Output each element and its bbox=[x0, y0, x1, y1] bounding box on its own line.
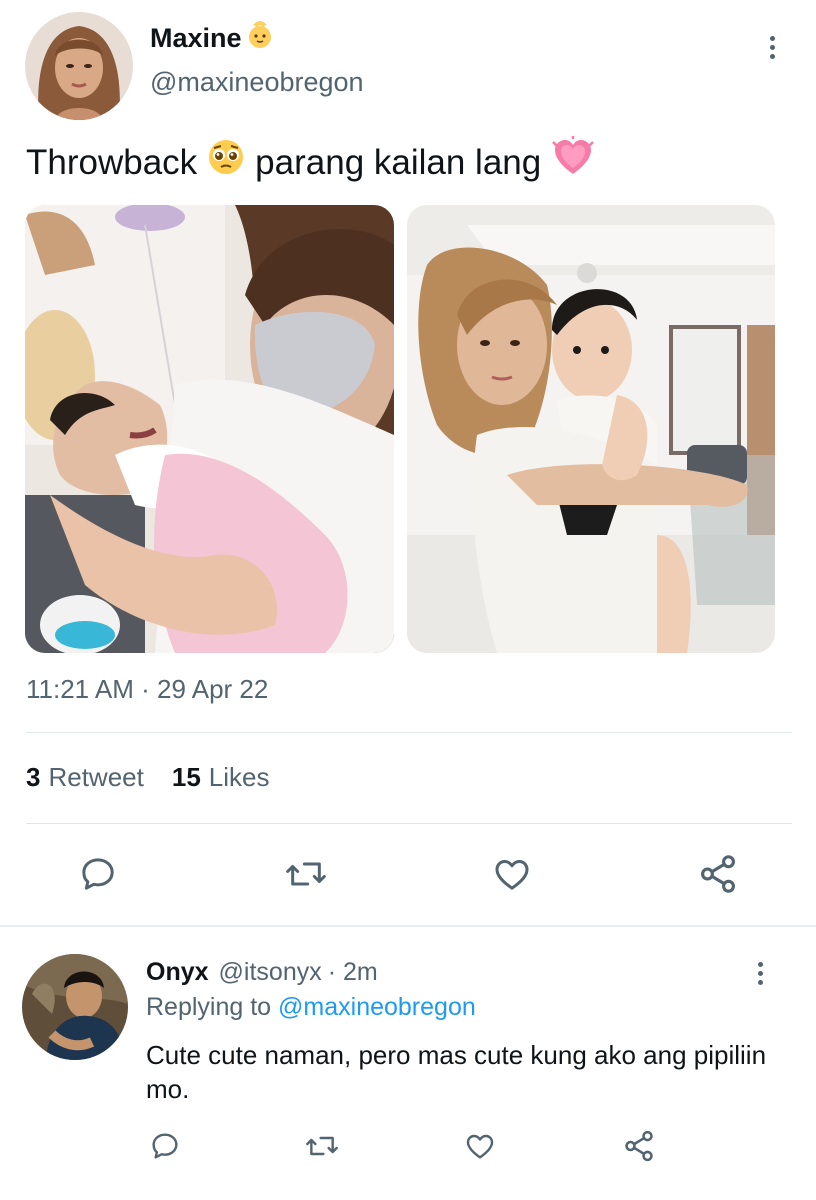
tweet-text-part1: Throwback bbox=[26, 142, 198, 182]
reply-more-options-icon[interactable] bbox=[753, 962, 767, 985]
growing-heart-emoji-icon bbox=[551, 136, 595, 189]
baby-emoji-icon bbox=[246, 20, 274, 57]
retweet-icon bbox=[286, 862, 326, 886]
replying-to: Replying to @maxineobregon bbox=[146, 993, 476, 1022]
likes-count: 15 bbox=[171, 762, 201, 792]
like-icon bbox=[466, 1134, 494, 1159]
photo-woman-holding-newborn[interactable] bbox=[25, 205, 394, 653]
replying-to-link[interactable]: @maxineobregon bbox=[278, 993, 476, 1021]
author-avatar[interactable] bbox=[25, 12, 133, 120]
retweets-stat[interactable]: 3 Retweet bbox=[26, 762, 144, 793]
tweet-stats: 3 Retweet 15 Likes bbox=[26, 762, 269, 793]
more-options-icon[interactable] bbox=[765, 36, 779, 59]
share-icon bbox=[625, 1130, 653, 1162]
share-button[interactable] bbox=[696, 852, 740, 896]
author-name[interactable]: Maxine bbox=[150, 23, 242, 54]
divider bbox=[26, 823, 792, 824]
reply-reply-button[interactable] bbox=[147, 1128, 183, 1164]
like-icon bbox=[495, 860, 529, 890]
retweet-button[interactable] bbox=[284, 852, 328, 896]
divider bbox=[26, 732, 792, 733]
author-handle[interactable]: @maxineobregon bbox=[150, 67, 364, 98]
retweets-label: Retweet bbox=[48, 762, 144, 792]
tweet-text-part2: parang kailan lang bbox=[255, 142, 542, 182]
like-button[interactable] bbox=[490, 852, 534, 896]
author-name-row: Maxine bbox=[150, 20, 274, 57]
reply-text: Cute cute naman, pero mas cute kung ako … bbox=[146, 1040, 767, 1104]
section-separator bbox=[0, 925, 816, 927]
reply-share-button[interactable] bbox=[621, 1128, 657, 1164]
reply-author-avatar[interactable] bbox=[22, 954, 128, 1060]
share-icon bbox=[701, 855, 735, 893]
reply-retweet-button[interactable] bbox=[302, 1128, 342, 1164]
reply-time: · 2m bbox=[327, 958, 378, 986]
likes-label: Likes bbox=[208, 762, 270, 792]
replying-prefix: Replying to bbox=[146, 993, 272, 1021]
photo-woman-holding-baby[interactable] bbox=[407, 205, 775, 653]
tweet-text: Throwback parang kailan lang bbox=[26, 136, 605, 189]
reply-like-button[interactable] bbox=[462, 1128, 498, 1164]
retweets-count: 3 bbox=[26, 762, 41, 792]
pleading-face-emoji-icon bbox=[207, 138, 245, 187]
reply-icon bbox=[82, 858, 114, 890]
reply-header: Onyx @itsonyx · 2m bbox=[146, 958, 378, 987]
reply-author-name[interactable]: Onyx bbox=[146, 958, 209, 987]
reply-icon bbox=[152, 1133, 178, 1159]
retweet-icon bbox=[306, 1136, 338, 1156]
reply-button[interactable] bbox=[76, 852, 120, 896]
tweet-timestamp[interactable]: 11:21 AM · 29 Apr 22 bbox=[26, 674, 268, 705]
likes-stat[interactable]: 15 Likes bbox=[172, 762, 270, 793]
reply-author-handle[interactable]: @itsonyx bbox=[219, 958, 322, 987]
